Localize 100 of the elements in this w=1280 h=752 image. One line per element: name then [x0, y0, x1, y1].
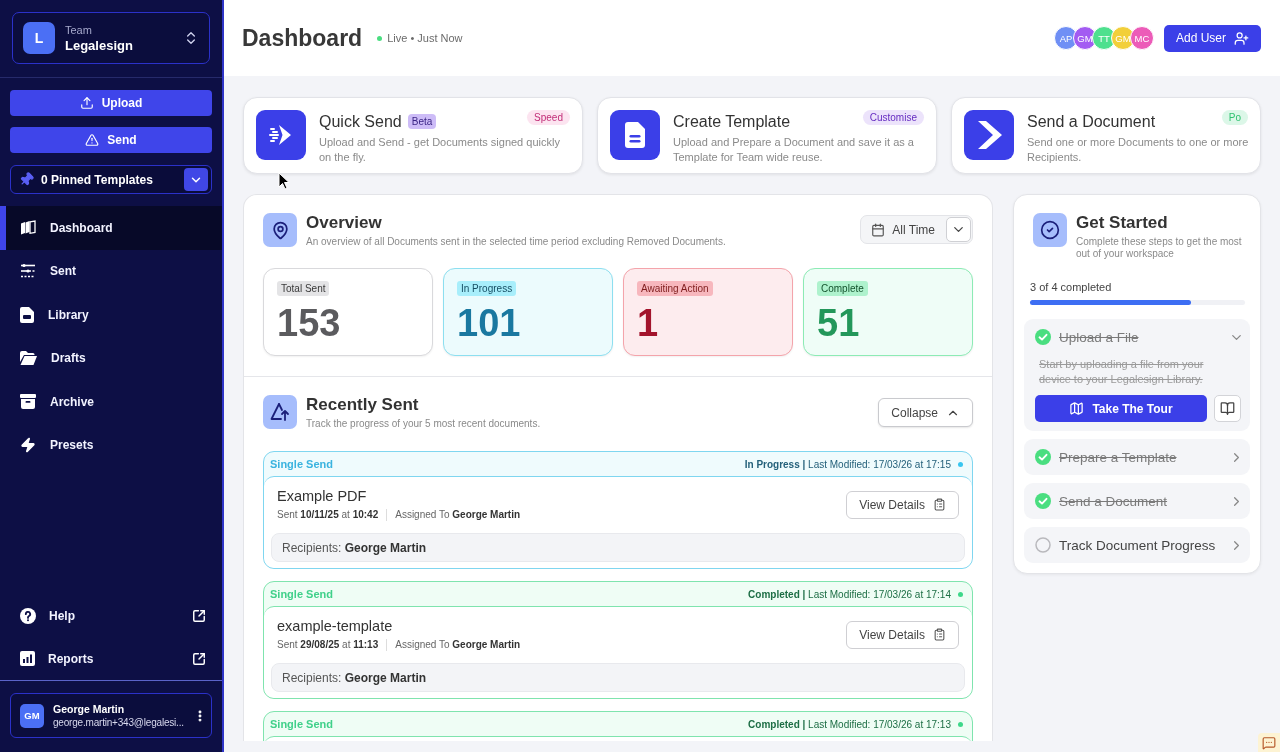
nav-item[interactable]: Library	[0, 293, 222, 337]
triangle-arrow-icon	[270, 402, 290, 422]
external-link-icon	[192, 608, 206, 623]
view-details-button[interactable]: View Details	[846, 490, 959, 519]
assignee: Assigned To George Martin	[395, 638, 521, 651]
sent-date: Sent 10/11/25 at 10:42	[277, 508, 379, 521]
mouse-cursor-icon	[278, 172, 290, 190]
stat-value: 153	[277, 304, 341, 342]
collapse-button[interactable]: Collapse	[878, 398, 973, 427]
card-badge: Po	[1221, 110, 1248, 125]
nav-item[interactable]: Archive	[0, 380, 222, 424]
nav-item[interactable]: Sent	[0, 249, 222, 293]
clipboard-icon	[933, 628, 946, 641]
step-title: Track Document Progress	[1059, 537, 1217, 553]
send-type: Single Send	[270, 718, 333, 730]
beta-tag: Beta	[407, 114, 437, 129]
card-title: Quick Send	[319, 112, 402, 131]
quick-action-card[interactable]: Send a Document Send one or more Documents to one or more Recipients. Po	[951, 97, 1261, 174]
card-description: Send one or more Documents to one or more Recipients.	[1027, 135, 1250, 165]
document-title: example-template	[277, 618, 393, 635]
section-title: Recently Sent	[306, 395, 419, 415]
bar-chart-icon	[20, 651, 35, 666]
user-plus-icon	[1234, 30, 1249, 46]
upload-icon	[79, 96, 94, 110]
team-switcher[interactable]: L Team Legalesign	[12, 12, 210, 64]
step-item[interactable]: Prepare a Template	[1024, 439, 1250, 475]
user-avatar: GM	[20, 703, 44, 728]
document-icon	[20, 306, 34, 323]
document-status: In Progress | Last Modified: 17/03/26 at 17:15	[744, 458, 951, 470]
status-dot-icon	[958, 461, 963, 467]
sidebar-link[interactable]: Reports	[0, 637, 222, 680]
nav-item[interactable]: Drafts	[0, 336, 222, 380]
card-title: Send a Document	[1027, 112, 1156, 131]
document-title: Example PDF	[277, 488, 367, 505]
check-circle-icon	[1040, 220, 1060, 240]
triangle-icon	[85, 133, 100, 147]
nav-item[interactable]: Dashboard	[0, 206, 222, 250]
stat-label: Awaiting Action	[637, 281, 713, 296]
send-button[interactable]: Send	[10, 127, 212, 153]
document-status: Completed | Last Modified: 17/03/26 at 17:13	[748, 718, 951, 730]
folder-icon	[20, 351, 37, 366]
pages-icon	[20, 219, 36, 236]
archive-box-icon	[20, 394, 36, 410]
view-details-button[interactable]: View Details	[846, 620, 959, 649]
quick-action-card[interactable]: Create Template Upload and Prepare a Document and save it as a Template for Team wide reuse. Customise	[597, 97, 937, 174]
chevron-right-icon	[976, 121, 1002, 149]
pinned-templates-dropdown[interactable]: 0 Pinned Templates	[10, 165, 212, 194]
card-description: Upload and Send - get Documents signed quickly on the fly.	[319, 135, 561, 165]
quick-action-card[interactable]: Quick Send Beta Upload and Send - get Documents signed quickly on the fly. Speed	[243, 97, 583, 174]
page-title: Dashboard	[242, 24, 363, 52]
section-title: Overview	[306, 213, 382, 233]
step-description: Start by uploading a file from your device to your Legalesign Library.	[1039, 357, 1205, 387]
send-type: Single Send	[270, 588, 333, 600]
sent-date: Sent 29/08/25 at 11:13	[277, 638, 379, 651]
dropdown-button[interactable]	[184, 168, 208, 191]
card-badge: Speed	[527, 110, 570, 125]
document-status: Completed | Last Modified: 17/03/26 at 17:14	[748, 588, 951, 600]
live-status: Live • Just Now	[387, 32, 463, 44]
status-dot-icon	[958, 591, 963, 597]
add-user-button[interactable]: Add User	[1163, 24, 1261, 52]
sidebar-link[interactable]: Help	[0, 594, 222, 637]
step-title: Prepare a Template	[1059, 449, 1178, 465]
take-tour-button[interactable]: Take The Tour	[1035, 395, 1207, 422]
external-link-icon	[192, 651, 206, 666]
stat-label: In Progress	[457, 281, 517, 296]
card-description: Upload and Prepare a Document and save it as a Template for Team wide reuse.	[673, 135, 915, 165]
stat-value: 1	[637, 304, 659, 342]
section-title: Get Started	[1076, 213, 1168, 233]
card-title: Create Template	[673, 112, 791, 131]
section-subtitle: An overview of all Documents sent in the selected time period excluding Removed Documents.	[306, 236, 726, 248]
book-icon	[1220, 401, 1235, 416]
guide-button[interactable]	[1214, 395, 1241, 422]
step-item[interactable]: Upload a File Start by uploading a file from your device to your Legalesign Library. Take The Tour	[1024, 319, 1250, 431]
calendar-icon	[871, 222, 886, 237]
clipboard-icon	[933, 498, 946, 511]
nav-item[interactable]: Presets	[0, 423, 222, 467]
step-item[interactable]: Send a Document	[1024, 483, 1250, 519]
status-dot-icon	[958, 721, 963, 727]
map-icon	[1069, 401, 1085, 416]
team-avatar: L	[23, 22, 55, 54]
chat-button[interactable]	[1258, 733, 1280, 752]
recipients: Recipients: George Martin	[271, 533, 965, 562]
team-name: Legalesign	[65, 36, 134, 54]
step-item[interactable]: Track Document Progress	[1024, 527, 1250, 563]
document-icon	[625, 122, 645, 148]
progress-label: 3 of 4 completed	[1030, 280, 1113, 294]
section-subtitle: Track the progress of your 5 most recent documents.	[306, 418, 541, 430]
lightning-icon	[20, 437, 36, 454]
upload-button[interactable]: Upload	[10, 90, 212, 116]
send-type: Single Send	[270, 458, 333, 470]
stat-value: 101	[457, 304, 521, 342]
card-badge: Customise	[862, 110, 924, 125]
location-pin-icon	[270, 220, 290, 240]
stat-label: Complete	[817, 281, 868, 296]
time-range-dropdown[interactable]: All Time	[860, 215, 973, 244]
stat-value: 51	[817, 304, 860, 342]
status-dot-icon	[377, 35, 383, 41]
step-title: Send a Document	[1059, 493, 1169, 509]
stat-label: Total Sent	[277, 281, 330, 296]
chat-bubble-icon	[1262, 735, 1276, 750]
